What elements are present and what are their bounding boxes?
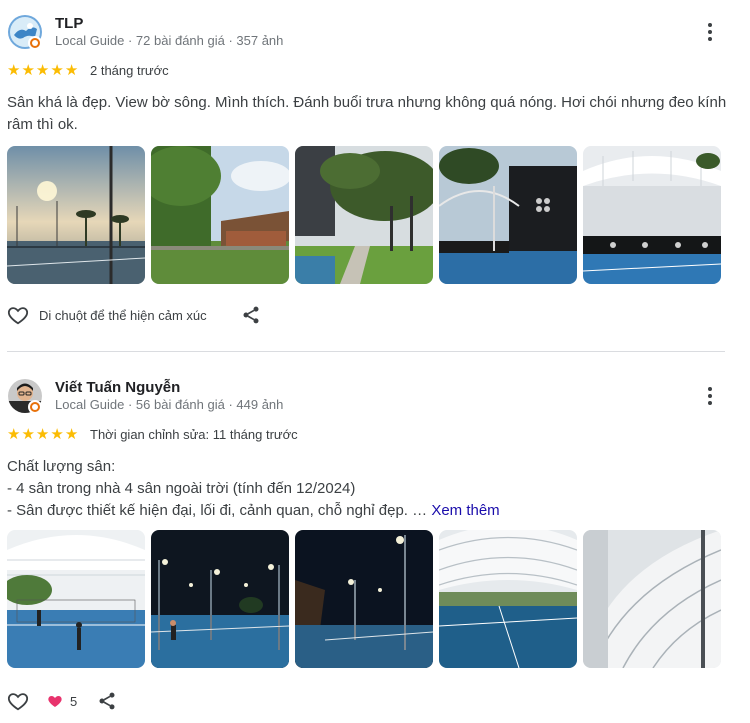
review-photo[interactable] [7,530,145,668]
star-icon: ★ [64,426,79,443]
review-photo[interactable] [583,530,721,668]
review-photos [7,530,721,668]
star-icon: ★ [7,426,21,443]
star-icon: ★ [50,426,64,443]
review-photo[interactable] [295,530,433,668]
review-photo[interactable] [7,146,145,284]
heart-filled-icon [48,696,62,707]
review-text-line: - 4 sân trong nhà 4 sân ngoài trời (tính… [7,480,356,497]
star-icon: ★ [50,62,64,79]
more-options-button[interactable] [700,20,720,44]
more-vert-icon [708,387,712,391]
review-date: Thời gian chỉnh sửa: 11 tháng trước [90,427,298,442]
share-icon[interactable] [241,304,261,326]
reaction-count[interactable]: 5 [47,693,77,709]
more-vert-icon [708,23,712,27]
review-actions: Di chuột để thể hiện cảm xúc [7,304,261,326]
review-photo[interactable] [151,530,289,668]
review-photo[interactable] [439,146,577,284]
share-icon[interactable] [97,690,117,712]
review-photo[interactable] [439,530,577,668]
star-rating: ★ ★ ★ ★ ★ [7,427,78,442]
reviewer-name[interactable]: Viết Tuấn Nguyễn [55,379,180,396]
more-options-button[interactable] [700,384,720,408]
star-icon: ★ [35,426,50,443]
review-text: Sân khá là đẹp. View bờ sông. Mình thích… [7,94,727,133]
review-photo[interactable] [583,146,721,284]
review-text-line: - Sân được thiết kế hiện đại, lối đi, cả… [7,502,500,519]
review-actions: 5 [7,690,117,712]
reviewer-meta[interactable]: Local Guide · 56 bài đánh giá · 449 ảnh [55,397,283,412]
reaction-count-value: 5 [70,693,78,709]
local-guide-badge-icon [28,36,42,50]
star-icon: ★ [21,62,35,79]
review-photos [7,146,721,284]
see-more-link[interactable]: Xem thêm [431,502,499,519]
reaction-hint: Di chuột để thể hiện cảm xúc [39,307,207,323]
review-text-line: Chất lượng sân: [7,458,116,475]
heart-outline-icon[interactable] [7,690,29,712]
reviewer-name[interactable]: TLP [55,15,83,32]
star-icon: ★ [7,62,21,79]
review-photo[interactable] [295,146,433,284]
star-icon: ★ [35,62,50,79]
star-rating: ★ ★ ★ ★ ★ [7,63,78,78]
review-date: 2 tháng trước [90,63,169,78]
review-text: Chất lượng sân: - 4 sân trong nhà 4 sân … [7,456,727,522]
reviewer-meta[interactable]: Local Guide · 72 bài đánh giá · 357 ảnh [55,33,283,48]
heart-outline-icon[interactable] [7,304,29,326]
review-photo[interactable] [151,146,289,284]
star-icon: ★ [21,426,35,443]
local-guide-badge-icon [28,400,42,414]
star-icon: ★ [64,62,79,79]
review-divider [7,351,725,352]
